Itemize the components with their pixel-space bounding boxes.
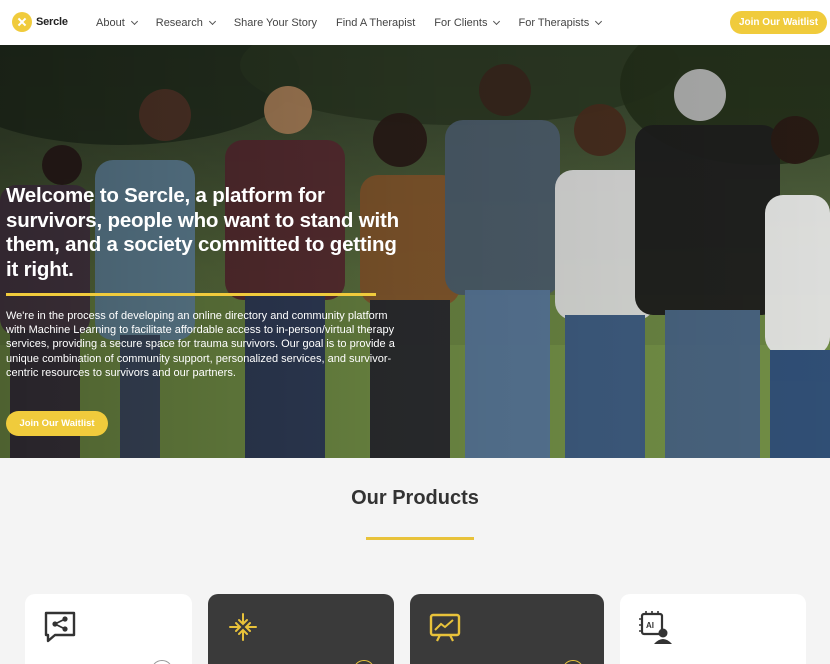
nav-item-research[interactable]: Research bbox=[155, 16, 216, 29]
presentation-chart-icon bbox=[429, 613, 461, 642]
card-action-icon bbox=[562, 660, 584, 664]
nav-item-label: Share Your Story bbox=[233, 16, 317, 29]
hero-divider bbox=[6, 293, 376, 296]
nav-item-label: Research bbox=[155, 16, 203, 29]
svg-text:AI: AI bbox=[646, 621, 654, 630]
ai-chip-user-icon: AI bbox=[639, 611, 672, 644]
main-nav: About Research Share Your Story Find A T… bbox=[96, 0, 620, 45]
brand-logo[interactable]: Sercle bbox=[12, 12, 68, 32]
hero-section: Welcome to Sercle, a platform for surviv… bbox=[0, 45, 830, 458]
nav-item-label: For Therapists bbox=[518, 16, 590, 29]
nav-item-about[interactable]: About bbox=[96, 16, 138, 29]
nav-item-label: For Clients bbox=[434, 16, 488, 29]
card-action-icon bbox=[353, 660, 375, 664]
nav-item-find-a-therapist[interactable]: Find A Therapist bbox=[336, 17, 415, 29]
chevron-down-icon bbox=[493, 17, 501, 25]
chevron-down-icon bbox=[130, 17, 138, 25]
chat-share-icon bbox=[44, 611, 76, 643]
product-card-2[interactable] bbox=[208, 594, 394, 664]
product-card-4[interactable]: AI bbox=[620, 594, 806, 664]
chevron-down-icon bbox=[208, 17, 216, 25]
product-card-3[interactable] bbox=[410, 594, 604, 664]
hero-join-waitlist-button[interactable]: Join Our Waitlist bbox=[6, 411, 108, 436]
products-title-underline bbox=[366, 537, 474, 540]
hero-title: Welcome to Sercle, a platform for surviv… bbox=[6, 184, 399, 281]
nav-item-for-therapists[interactable]: For Therapists bbox=[518, 16, 603, 29]
product-card-1[interactable] bbox=[25, 594, 192, 664]
products-title: Our Products bbox=[351, 487, 479, 509]
nav-item-label: About bbox=[96, 16, 125, 29]
top-navbar: Sercle About Research Share Your Story F… bbox=[0, 0, 830, 45]
card-action-icon bbox=[151, 660, 173, 664]
brand-name: Sercle bbox=[36, 16, 68, 28]
arrows-converge-icon bbox=[229, 613, 257, 641]
nav-item-for-clients[interactable]: For Clients bbox=[434, 16, 501, 29]
nav-item-label: Find A Therapist bbox=[336, 16, 416, 29]
nav-item-share-your-story[interactable]: Share Your Story bbox=[234, 17, 317, 29]
hero-description: We're in the process of developing an on… bbox=[6, 310, 395, 379]
chevron-down-icon bbox=[595, 17, 603, 25]
join-waitlist-button[interactable]: Join Our Waitlist bbox=[730, 11, 827, 34]
sercle-logo-icon bbox=[12, 12, 32, 32]
